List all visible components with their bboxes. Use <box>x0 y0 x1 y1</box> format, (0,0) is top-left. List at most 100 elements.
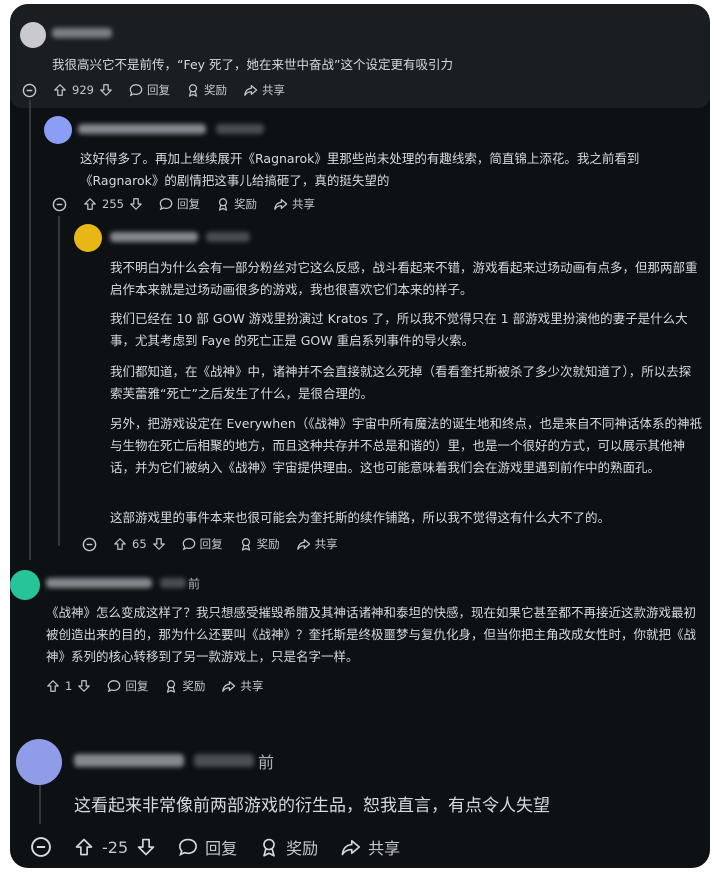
avatar[interactable] <box>74 224 102 252</box>
minus-circle-icon <box>82 537 97 551</box>
collapse-button[interactable] <box>52 197 67 212</box>
reply-button[interactable]: 回复 <box>159 196 200 212</box>
collapse-button[interactable] <box>82 537 97 552</box>
collapse-button[interactable] <box>30 836 52 858</box>
share-label: 共享 <box>314 537 338 551</box>
vote-group: 255 <box>83 197 143 211</box>
arrow-down-icon[interactable] <box>152 537 166 551</box>
vote-count: 929 <box>72 83 94 97</box>
award-label: 奖励 <box>182 679 206 693</box>
award-ribbon-icon <box>188 84 198 97</box>
share-label: 共享 <box>291 197 315 211</box>
avatar[interactable] <box>44 116 72 144</box>
award-label: 奖励 <box>233 197 257 211</box>
share-label: 共享 <box>261 83 285 97</box>
share-button[interactable]: 共享 <box>273 196 315 212</box>
reply-button[interactable]: 回复 <box>129 82 170 98</box>
vote-count: 255 <box>102 197 124 211</box>
comment-paragraph: 我们已经在 10 部 GOW 游戏里扮演过 Kratos 了，所以我不觉得只在 … <box>110 311 688 348</box>
minus-circle-icon <box>52 197 67 211</box>
comment-actions: 1 回复 奖励 共享 <box>46 676 279 696</box>
share-button[interactable]: 共享 <box>340 835 400 859</box>
arrow-down-icon[interactable] <box>129 197 143 211</box>
vote-count: 1 <box>65 679 73 693</box>
timestamp-redacted <box>160 578 186 588</box>
award-button[interactable]: 奖励 <box>186 82 227 98</box>
username-redacted[interactable] <box>110 232 198 242</box>
speech-bubble-icon <box>129 84 143 97</box>
comment-body: 《战神》怎么变成这样了？我只想感受摧毁希腊及其神话诸神和泰坦的快感，现在如果它甚… <box>46 605 697 664</box>
arrow-down-icon[interactable] <box>136 837 156 857</box>
timestamp-redacted <box>194 754 254 767</box>
speech-bubble-icon <box>182 538 195 551</box>
arrow-up-icon[interactable] <box>53 83 67 97</box>
share-button[interactable]: 共享 <box>296 536 338 552</box>
reply-label: 回复 <box>125 679 149 693</box>
award-button[interactable]: 奖励 <box>164 678 205 694</box>
time-suffix: 前 <box>258 753 275 772</box>
time-suffix: 前 <box>188 577 201 591</box>
award-ribbon-icon <box>218 198 228 211</box>
comment-body: 这好得多了。再加上继续展开《Ragnarok》里那些尚未处理的有趣线索，简直锦上… <box>80 151 640 188</box>
reply-button[interactable]: 回复 <box>182 536 223 552</box>
award-label: 奖励 <box>256 537 280 551</box>
award-button[interactable]: 奖励 <box>239 536 280 552</box>
username-redacted[interactable] <box>74 754 184 767</box>
minus-circle-icon <box>22 83 37 97</box>
avatar[interactable] <box>10 570 40 600</box>
thread-line <box>29 100 31 560</box>
avatar[interactable] <box>20 22 46 48</box>
username-redacted[interactable] <box>46 578 152 588</box>
vote-group: 929 <box>53 83 113 97</box>
reply-label: 回复 <box>199 537 223 551</box>
comment-paragraph: 另外，把游戏设定在 Everywhen（《战神》宇宙中所有魔法的诞生地和终点，也… <box>110 416 703 475</box>
share-label: 共享 <box>368 839 401 858</box>
share-arrow-icon <box>274 199 288 210</box>
avatar[interactable] <box>16 739 62 785</box>
speech-bubble-icon <box>108 680 121 693</box>
comment-actions: -25 回复 奖励 共享 <box>30 834 416 860</box>
timestamp-redacted <box>206 232 250 242</box>
comment-actions: 255 回复 奖励 共享 <box>52 194 331 214</box>
award-label: 奖励 <box>286 839 319 858</box>
reply-button[interactable]: 回复 <box>107 678 148 694</box>
reply-label: 回复 <box>176 197 200 211</box>
minus-circle-icon <box>31 837 51 857</box>
arrow-up-icon[interactable] <box>113 537 127 551</box>
reply-label: 回复 <box>146 83 170 97</box>
thread-line <box>58 216 60 546</box>
share-arrow-icon <box>341 839 361 856</box>
comment-paragraph: 这部游戏里的事件本来也很可能会为奎托斯的续作铺路，所以我不觉得这有什么大不了的。 <box>110 510 611 525</box>
vote-count: -25 <box>102 837 129 857</box>
award-ribbon-icon <box>167 680 176 693</box>
vote-group: -25 <box>74 837 156 857</box>
username-redacted[interactable] <box>78 124 206 134</box>
share-button[interactable]: 共享 <box>243 82 285 98</box>
award-label: 奖励 <box>203 83 227 97</box>
award-button[interactable]: 奖励 <box>259 835 318 859</box>
arrow-up-icon[interactable] <box>83 197 97 211</box>
reply-button[interactable]: 回复 <box>178 835 237 859</box>
arrow-down-icon[interactable] <box>77 679 91 693</box>
share-arrow-icon <box>296 539 310 550</box>
comment-body: 我很高兴它不是前传，“Fey 死了，她在来世中奋战”这个设定更有吸引力 <box>52 57 454 72</box>
comment-actions: 929 回复 奖励 共享 <box>22 80 301 100</box>
arrow-down-icon[interactable] <box>99 83 113 97</box>
vote-group: 1 <box>46 679 91 693</box>
speech-bubble-icon <box>179 838 198 857</box>
share-arrow-icon <box>244 85 258 96</box>
comment-body: 这看起来非常像前两部游戏的衍生品，恕我直言，有点令人失望 <box>74 796 550 816</box>
collapse-button[interactable] <box>22 83 37 98</box>
comment-actions: 65 回复 奖励 共享 <box>82 534 354 554</box>
arrow-up-icon[interactable] <box>46 679 60 693</box>
share-button[interactable]: 共享 <box>221 678 263 694</box>
thread-line <box>39 780 41 824</box>
speech-bubble-icon <box>159 198 173 211</box>
reply-label: 回复 <box>205 839 238 858</box>
comment-paragraph: 我不明白为什么会有一部分粉丝对它这么反感，战斗看起来不错，游戏看起来过场动画有点… <box>110 260 698 297</box>
timestamp-redacted <box>216 124 264 134</box>
arrow-up-icon[interactable] <box>74 837 94 857</box>
username-redacted[interactable] <box>52 28 112 38</box>
share-label: 共享 <box>240 679 264 693</box>
award-button[interactable]: 奖励 <box>216 196 257 212</box>
